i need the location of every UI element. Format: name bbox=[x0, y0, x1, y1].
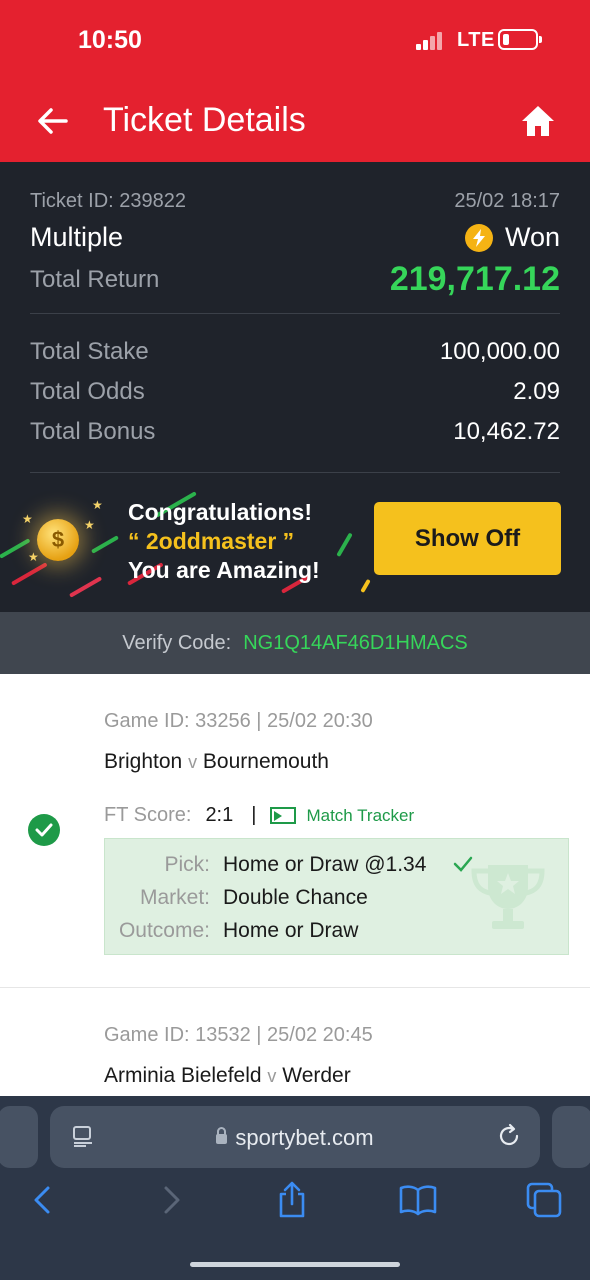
promo-text: Congratulations! “ 2oddmaster ” You are … bbox=[128, 498, 320, 585]
url-text: sportybet.com bbox=[50, 1125, 540, 1151]
verify-code-bar: Verify Code: NG1Q14AF46D1HMACS bbox=[0, 612, 590, 674]
stat-value: 2.09 bbox=[513, 378, 560, 405]
network-label: LTE bbox=[457, 29, 495, 51]
promo-line3: You are Amazing! bbox=[128, 557, 320, 583]
match-tracker-label: Match Tracker bbox=[306, 805, 415, 825]
away-team: Bournemouth bbox=[202, 750, 329, 773]
home-team: Brighton bbox=[104, 750, 183, 773]
verify-code[interactable]: NG1Q14AF46D1HMACS bbox=[243, 632, 468, 655]
pick-check-icon bbox=[453, 856, 473, 872]
share-icon[interactable] bbox=[272, 1180, 312, 1220]
versus: v bbox=[188, 752, 198, 772]
status-time: 10:50 bbox=[78, 26, 142, 54]
lock-icon bbox=[216, 1127, 228, 1144]
total-return-label: Total Return bbox=[30, 266, 160, 293]
tabs-icon[interactable] bbox=[524, 1180, 564, 1220]
game-id: Game ID: 13532 | 25/02 20:45 bbox=[104, 1024, 373, 1046]
game-item: Game ID: 33256 | 25/02 20:30 Brighton v … bbox=[0, 674, 590, 988]
url: sportybet.com bbox=[235, 1125, 374, 1150]
forward-icon[interactable] bbox=[150, 1180, 190, 1220]
match-tracker-icon bbox=[270, 807, 297, 824]
ticket-type: Multiple bbox=[30, 222, 124, 252]
pick-value: Home or Draw @1.34 bbox=[223, 853, 427, 876]
divider bbox=[30, 313, 560, 314]
stat-label: Total Bonus bbox=[30, 418, 156, 445]
stat-row-odds: Total Odds 2.09 bbox=[30, 378, 560, 406]
previous-tab-preview[interactable] bbox=[0, 1106, 38, 1168]
ft-label: FT Score: bbox=[104, 804, 192, 826]
market-value: Double Chance bbox=[223, 886, 368, 909]
versus: v bbox=[267, 1066, 277, 1086]
outcome-label: Outcome: bbox=[118, 919, 210, 942]
stat-label: Total Stake bbox=[30, 338, 149, 365]
game-teams: Arminia Bielefeld v Werder bbox=[104, 1064, 351, 1088]
quote-close: ” bbox=[276, 528, 295, 554]
battery-icon bbox=[498, 29, 542, 50]
ticket-datetime: 25/02 18:17 bbox=[454, 190, 560, 212]
stat-row-bonus: Total Bonus 10,462.72 bbox=[30, 418, 560, 446]
back-icon[interactable] bbox=[24, 1180, 64, 1220]
quote-open: “ bbox=[128, 528, 146, 554]
stat-label: Total Odds bbox=[30, 378, 145, 405]
verify-label: Verify Code: bbox=[122, 631, 232, 654]
ticket-summary: Ticket ID: 239822 25/02 18:17 Multiple W… bbox=[0, 162, 590, 612]
page-title: Ticket Details bbox=[103, 101, 306, 139]
home-team: Arminia Bielefeld bbox=[104, 1064, 262, 1087]
stat-value: 100,000.00 bbox=[439, 338, 560, 365]
back-arrow-icon[interactable] bbox=[36, 104, 70, 138]
game-teams: Brighton v Bournemouth bbox=[104, 750, 329, 774]
market-label: Market: bbox=[139, 886, 210, 909]
divider bbox=[30, 472, 560, 473]
won-check-icon bbox=[28, 814, 60, 846]
promo-line1: Congratulations! bbox=[128, 499, 312, 525]
browser-toolbar: sportybet.com bbox=[0, 1096, 590, 1280]
ticket-id: Ticket ID: 239822 bbox=[30, 190, 187, 212]
address-bar[interactable]: sportybet.com bbox=[50, 1106, 540, 1168]
game-item: Game ID: 13532 | 25/02 20:45 Arminia Bie… bbox=[0, 988, 590, 1096]
app-header: 10:50 LTE Ticket Details bbox=[0, 0, 590, 162]
stat-value: 10,462.72 bbox=[453, 418, 560, 445]
next-tab-preview[interactable] bbox=[552, 1106, 590, 1168]
ticket-status: Won bbox=[464, 222, 560, 253]
stat-row-stake: Total Stake 100,000.00 bbox=[30, 338, 560, 366]
away-team: Werder bbox=[282, 1064, 351, 1087]
show-off-button[interactable]: Show Off bbox=[374, 502, 561, 575]
separator: | bbox=[251, 804, 257, 826]
status-label: Won bbox=[504, 222, 560, 252]
home-icon[interactable] bbox=[520, 104, 556, 138]
reload-icon[interactable] bbox=[496, 1123, 522, 1149]
signal-icon bbox=[416, 30, 448, 50]
ft-score: 2:1 bbox=[205, 804, 234, 826]
total-return-value: 219,717.12 bbox=[389, 260, 560, 298]
total-return-row: Total Return 219,717.12 bbox=[30, 260, 560, 298]
game-id: Game ID: 33256 | 25/02 20:30 bbox=[104, 710, 373, 732]
lightning-icon bbox=[464, 223, 493, 252]
outcome-value: Home or Draw bbox=[223, 919, 359, 942]
bookmarks-icon[interactable] bbox=[398, 1180, 438, 1220]
ticket-type-row: Multiple Won bbox=[30, 222, 560, 253]
pick-label: Pick: bbox=[164, 853, 210, 876]
home-indicator bbox=[190, 1262, 400, 1267]
ft-score-row: FT Score: 2:1 | Match Tracker bbox=[104, 804, 414, 827]
ticket-id-row: Ticket ID: 239822 25/02 18:17 bbox=[30, 190, 560, 213]
pick-details: Pick: Home or Draw @1.34 Market: Double … bbox=[104, 838, 569, 955]
trophy-icon bbox=[471, 865, 545, 929]
promo-username-line: “ 2oddmaster ” bbox=[128, 527, 320, 556]
match-tracker-link[interactable]: Match Tracker bbox=[270, 806, 414, 826]
promo-username: 2oddmaster bbox=[145, 528, 277, 554]
